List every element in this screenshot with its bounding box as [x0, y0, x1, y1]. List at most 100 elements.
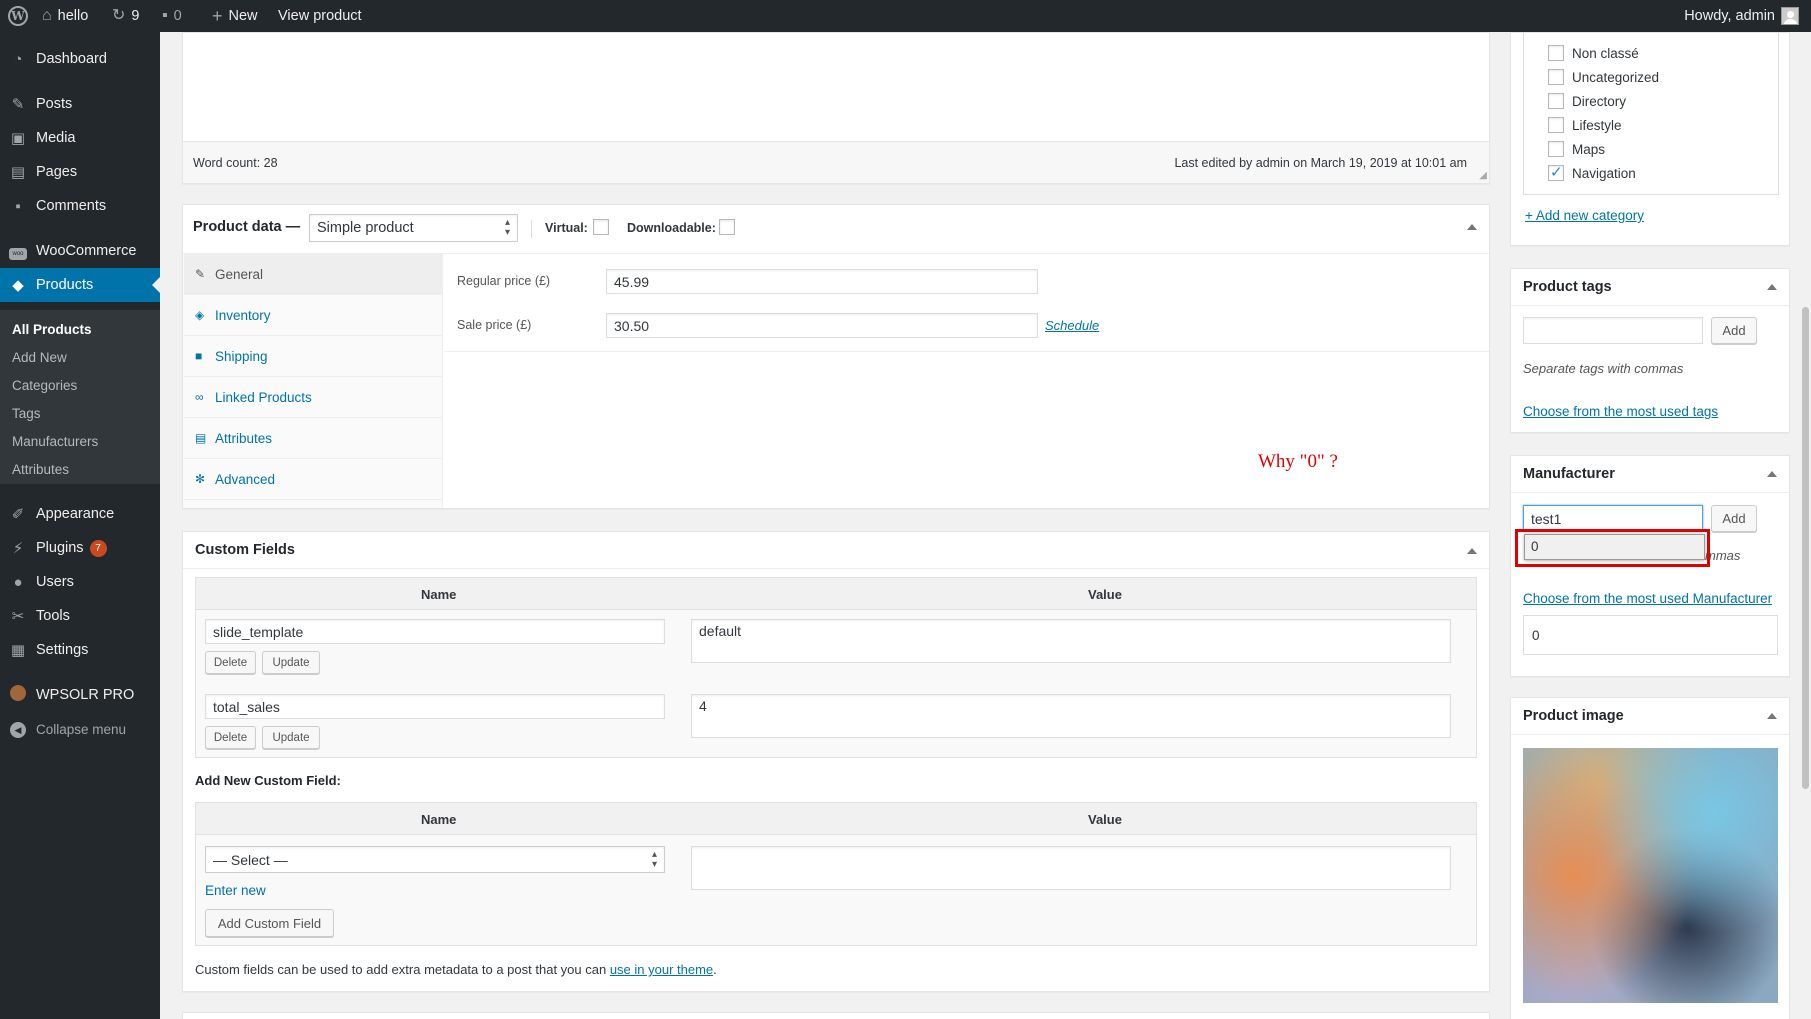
category-checkbox[interactable]	[1548, 93, 1564, 109]
my-account-link[interactable]: Howdy, admin	[1684, 0, 1799, 32]
custom-field-value-textarea[interactable]: 4	[691, 694, 1451, 738]
collapse-arrow-icon[interactable]	[1767, 713, 1777, 719]
menu-users[interactable]: ● Users	[0, 565, 160, 599]
custom-field-name-input[interactable]	[205, 619, 665, 644]
menu-posts[interactable]: ✎ Posts	[0, 87, 160, 121]
add-new-category-link[interactable]: + Add new category	[1525, 208, 1644, 223]
submenu-tags[interactable]: Tags	[12, 406, 41, 421]
update-button[interactable]: Update	[262, 726, 320, 749]
view-product-link[interactable]: View product	[278, 0, 362, 32]
menu-plugins[interactable]: ⚡ Plugins 7	[0, 531, 160, 565]
enter-new-link[interactable]: Enter new	[205, 883, 266, 898]
updates-link[interactable]: ↻ 9	[112, 0, 139, 32]
category-checkbox[interactable]	[1548, 69, 1564, 85]
virtual-checkbox[interactable]	[593, 219, 609, 235]
tab-shipping[interactable]: ■ Shipping	[184, 336, 442, 377]
product-type-value: Simple product	[317, 220, 414, 236]
menu-tools[interactable]: ✂ Tools	[0, 599, 160, 633]
collapse-arrow-icon[interactable]	[1767, 471, 1777, 477]
woocommerce-icon: woo	[0, 242, 36, 260]
update-button[interactable]: Update	[262, 651, 320, 674]
new-tag-input[interactable]	[1523, 317, 1703, 344]
custom-field-key-select[interactable]: — Select — ▴ ▾	[205, 846, 665, 873]
comment-bubble-icon: ▪	[162, 7, 168, 24]
submenu-categories[interactable]: Categories	[12, 378, 77, 393]
tab-linked-products[interactable]: ∞ Linked Products	[184, 377, 442, 418]
tab-general[interactable]: ✎ General	[184, 254, 442, 295]
category-checkbox[interactable]	[1548, 117, 1564, 133]
schedule-link[interactable]: Schedule	[1045, 318, 1099, 333]
menu-pages[interactable]: ▤ Pages	[0, 155, 160, 189]
add-new-custom-field-heading: Add New Custom Field:	[195, 773, 341, 788]
menu-comments[interactable]: ▪ Comments	[0, 189, 160, 223]
regular-price-input[interactable]	[606, 269, 1038, 294]
tab-inventory[interactable]: ◈ Inventory	[184, 295, 442, 336]
resize-handle-icon[interactable]: ◢	[1479, 170, 1487, 181]
custom-fields-panel: Custom Fields Name Value Delete Update d…	[182, 531, 1490, 992]
category-checkbox[interactable]	[1548, 163, 1564, 181]
avatar	[1781, 7, 1799, 25]
menu-woocommerce[interactable]: woo WooCommerce	[0, 234, 160, 268]
collapse-arrow-icon[interactable]	[1467, 548, 1477, 554]
custom-field-name-input[interactable]	[205, 694, 665, 719]
manufacturer-input[interactable]	[1523, 505, 1703, 532]
annotation-text: Why "0" ?	[1258, 451, 1338, 472]
comments-link[interactable]: ▪ 0	[162, 0, 182, 32]
site-name: hello	[57, 8, 89, 24]
box-icon: ◆	[12, 277, 24, 294]
menu-wpsolr[interactable]: WPSOLR PRO	[0, 678, 160, 712]
regular-price-label: Regular price (£)	[457, 274, 551, 288]
menu-media[interactable]: ▣ Media	[0, 121, 160, 155]
scrollbar-track[interactable]	[1800, 32, 1811, 1019]
new-custom-field-value-textarea[interactable]	[691, 846, 1451, 890]
category-checkbox[interactable]	[1548, 141, 1564, 157]
menu-settings[interactable]: ▦ Settings	[0, 633, 160, 667]
tab-label: Advanced	[215, 471, 276, 487]
collapse-arrow-icon[interactable]	[1767, 284, 1777, 290]
tab-attributes[interactable]: ▤ Attributes	[184, 418, 442, 459]
use-in-theme-link[interactable]: use in your theme	[610, 962, 713, 977]
product-tags-title: Product tags	[1523, 279, 1612, 295]
plugins-update-badge: 7	[89, 539, 107, 557]
scrollbar-thumb[interactable]	[1802, 307, 1809, 789]
product-image[interactable]	[1523, 748, 1778, 1003]
collapse-arrow-icon[interactable]	[1467, 224, 1477, 230]
submenu-all-products[interactable]: All Products	[12, 322, 92, 337]
menu-products[interactable]: ◆ Products	[0, 268, 160, 302]
site-name-link[interactable]: ⌂ hello	[42, 0, 88, 32]
word-count: Word count: 28	[193, 156, 278, 170]
submenu-add-new[interactable]: Add New	[12, 350, 67, 365]
table-header: Name Value	[196, 578, 1476, 610]
choose-most-used-tags-link[interactable]: Choose from the most used tags	[1523, 404, 1718, 419]
add-custom-field-button[interactable]: Add Custom Field	[205, 909, 334, 937]
categories-panel: Non classé Uncategorized Directory Lifes…	[1510, 32, 1790, 246]
submenu-manufacturers[interactable]: Manufacturers	[12, 434, 98, 449]
menu-label: Comments	[36, 198, 107, 214]
menu-appearance[interactable]: ✐ Appearance	[0, 497, 160, 531]
delete-button[interactable]: Delete	[205, 651, 256, 674]
menu-dashboard[interactable]: ◔ Dashboard	[0, 42, 160, 76]
tab-advanced[interactable]: ✻ Advanced	[184, 459, 442, 500]
product-type-select[interactable]: Simple product ▴ ▾	[309, 214, 518, 242]
custom-field-value-textarea[interactable]: default	[691, 619, 1451, 663]
menu-label: WooCommerce	[36, 243, 137, 259]
wrench-icon: ✎	[195, 267, 206, 281]
collapse-menu-button[interactable]: ◀ Collapse menu	[0, 712, 160, 746]
submenu-attributes[interactable]: Attributes	[12, 462, 69, 477]
editor-content[interactable]	[183, 33, 1489, 141]
add-manufacturer-button[interactable]: Add	[1711, 505, 1757, 532]
wpsolr-icon	[0, 685, 36, 705]
choose-most-used-manufacturer-link[interactable]: Choose from the most used Manufacturer	[1523, 591, 1772, 606]
sale-price-input[interactable]	[606, 313, 1038, 338]
category-checkbox[interactable]	[1548, 45, 1564, 61]
wordpress-logo[interactable]: W	[8, 0, 28, 32]
downloadable-checkbox[interactable]	[719, 219, 735, 235]
delete-button[interactable]: Delete	[205, 726, 256, 749]
manufacturer-cloud-item[interactable]: 0	[1532, 628, 1540, 643]
manufacturer-title: Manufacturer	[1523, 466, 1615, 482]
sale-price-label: Sale price (£)	[457, 318, 532, 332]
media-icon: ▣	[10, 130, 26, 147]
divider	[444, 351, 1489, 352]
new-content-link[interactable]: + New	[212, 0, 258, 32]
add-tag-button[interactable]: Add	[1711, 317, 1757, 344]
